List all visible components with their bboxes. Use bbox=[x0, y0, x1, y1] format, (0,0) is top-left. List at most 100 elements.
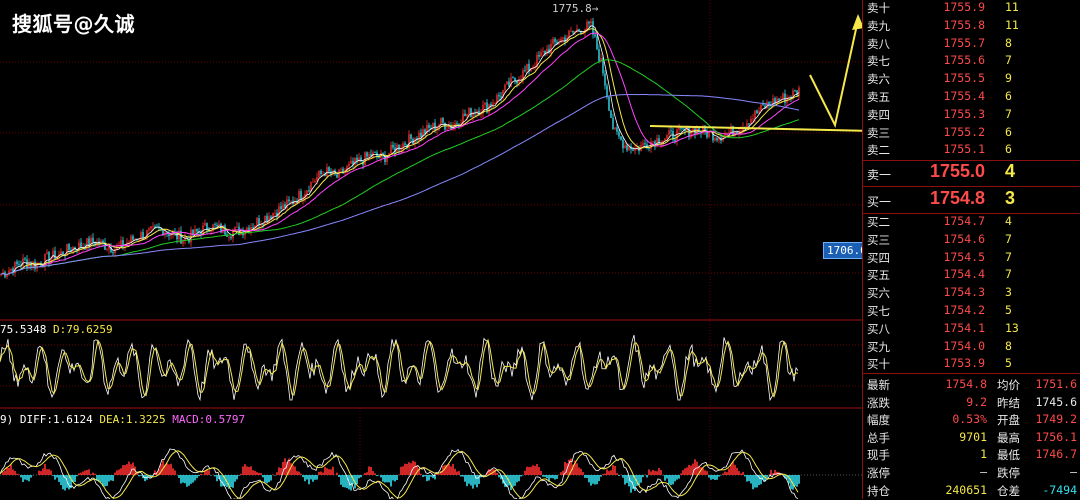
candle-body bbox=[798, 87, 800, 96]
candle-body bbox=[570, 30, 572, 32]
candle-body bbox=[170, 234, 172, 237]
candle-body bbox=[398, 144, 400, 151]
ask-label: 卖五 bbox=[867, 90, 890, 104]
candle-body bbox=[504, 84, 506, 91]
ask-label: 卖四 bbox=[867, 107, 890, 122]
ask-row[interactable]: 卖八 1755.7 8 bbox=[863, 35, 1080, 53]
candle-body bbox=[542, 50, 544, 53]
chart-area[interactable]: 搜狐号@久诚 1775.8→ 1706.0 75.5348 D:79.6259 … bbox=[0, 0, 862, 499]
bid-price: 1754.1 bbox=[943, 320, 985, 335]
candle-body bbox=[512, 77, 514, 79]
candle-body bbox=[632, 149, 634, 151]
bid-volume: 3 bbox=[1005, 285, 1012, 300]
candle-body bbox=[484, 102, 486, 105]
candle-body bbox=[236, 226, 238, 228]
ask-price: 1755.1 bbox=[943, 142, 985, 157]
candle-body bbox=[624, 145, 626, 149]
candle-body bbox=[210, 230, 212, 233]
candle-body bbox=[612, 117, 614, 130]
bid-row[interactable]: 买二 1754.7 4 bbox=[863, 213, 1080, 231]
candle-body bbox=[318, 170, 320, 178]
bid-label: 买三 bbox=[867, 232, 890, 247]
ask-volume: 8 bbox=[1005, 35, 1012, 50]
annotation-arrow bbox=[649, 125, 862, 132]
ask-row[interactable]: 卖六 1755.5 9 bbox=[863, 70, 1080, 88]
quote-stat-v1: — bbox=[980, 465, 987, 479]
ask-row[interactable]: 卖四 1755.3 7 bbox=[863, 106, 1080, 124]
candle-body bbox=[152, 226, 154, 228]
bid-row[interactable]: 买三 1754.6 7 bbox=[863, 231, 1080, 249]
quote-stat-v1: 1754.8 bbox=[945, 377, 987, 391]
quote-stat-row: 涨跌 9.2 昨结 1745.6 bbox=[863, 394, 1080, 412]
bid-row[interactable]: 买六 1754.3 3 bbox=[863, 284, 1080, 302]
candle-body bbox=[648, 148, 650, 150]
candle-body bbox=[666, 134, 668, 139]
ask-volume: 6 bbox=[1005, 124, 1012, 139]
quote-stat-v2: — bbox=[1070, 465, 1077, 479]
ask-label: 卖二 bbox=[867, 143, 890, 158]
candle-body bbox=[440, 117, 442, 125]
ask-label: 卖三 bbox=[867, 125, 890, 140]
ask-row[interactable]: 卖十 1755.9 11 bbox=[863, 0, 1080, 17]
quote-stat-row: 持仓 240651 仓差 -7494 bbox=[863, 482, 1080, 500]
candle-body bbox=[550, 43, 552, 53]
candle-body bbox=[328, 167, 330, 172]
candle-body bbox=[470, 108, 472, 118]
ask-row[interactable]: 卖七 1755.6 7 bbox=[863, 52, 1080, 70]
bid-row[interactable]: 买五 1754.4 7 bbox=[863, 266, 1080, 284]
candle-body bbox=[594, 34, 596, 37]
bid-price: 1754.6 bbox=[943, 231, 985, 246]
candle-body bbox=[280, 206, 282, 210]
ask-volume: 9 bbox=[1005, 71, 1012, 86]
quote-stat-k1: 最新 bbox=[867, 378, 890, 392]
bid-row[interactable]: 买十 1753.9 5 bbox=[863, 355, 1080, 373]
candle-body bbox=[150, 226, 152, 229]
candle-body bbox=[642, 143, 644, 146]
bid-price: 1754.5 bbox=[943, 249, 985, 264]
candle-body bbox=[748, 123, 750, 125]
candle-body bbox=[540, 52, 542, 57]
ask-volume: 7 bbox=[1005, 106, 1012, 121]
best-ask-row[interactable]: 卖一 1755.0 4 bbox=[863, 160, 1080, 186]
order-book-panel: 卖十 1755.9 11 卖九 1755.8 11 卖八 1755.7 8 卖七 1755.6 7 卖六… bbox=[862, 0, 1080, 499]
reference-price-tag: 1706.0 bbox=[823, 242, 862, 259]
bid-row[interactable]: 买七 1754.2 5 bbox=[863, 302, 1080, 320]
bid-row[interactable]: 买四 1754.5 7 bbox=[863, 249, 1080, 267]
ask-row[interactable]: 卖三 1755.2 6 bbox=[863, 124, 1080, 142]
candle-body bbox=[48, 252, 50, 263]
quote-stat-v2: 1751.6 bbox=[1035, 377, 1077, 391]
bid-price: 1754.7 bbox=[943, 214, 985, 228]
candle-body bbox=[196, 228, 198, 232]
candle-body bbox=[350, 160, 352, 164]
candle-body bbox=[18, 264, 20, 266]
candle-body bbox=[552, 38, 554, 44]
quote-stat-row: 幅度 0.53% 开盘 1749.2 bbox=[863, 411, 1080, 429]
ask-volume: 11 bbox=[1005, 17, 1019, 32]
candle-body bbox=[306, 190, 308, 195]
quote-stat-k2: 跌停 bbox=[997, 466, 1020, 480]
best-ask-label: 卖一 bbox=[867, 168, 892, 182]
candle-body bbox=[326, 167, 328, 177]
bid-row[interactable]: 买九 1754.0 8 bbox=[863, 338, 1080, 356]
candle-body bbox=[592, 21, 594, 35]
bid-row[interactable]: 买八 1754.1 13 bbox=[863, 320, 1080, 338]
candle-body bbox=[572, 30, 574, 33]
candle-body bbox=[154, 226, 156, 228]
macd-value: MACD:0.5797 bbox=[172, 413, 246, 426]
ask-row[interactable]: 卖九 1755.8 11 bbox=[863, 17, 1080, 35]
ask-row[interactable]: 卖二 1755.1 6 bbox=[863, 141, 1080, 159]
candle-body bbox=[298, 191, 300, 204]
bid-label: 买二 bbox=[867, 215, 890, 229]
candle-body bbox=[446, 128, 448, 130]
best-bid-row[interactable]: 买一 1754.8 3 bbox=[863, 187, 1080, 213]
candle-body bbox=[434, 122, 436, 130]
candle-body bbox=[256, 218, 258, 226]
candle-body bbox=[92, 237, 94, 243]
bid-volume: 7 bbox=[1005, 267, 1012, 282]
ask-row[interactable]: 卖五 1755.4 6 bbox=[863, 88, 1080, 106]
candle-body bbox=[776, 98, 778, 104]
quote-stat-k1: 涨跌 bbox=[867, 395, 890, 410]
candle-body bbox=[230, 236, 232, 239]
candle-body bbox=[390, 144, 392, 154]
bid-label: 买八 bbox=[867, 321, 890, 336]
